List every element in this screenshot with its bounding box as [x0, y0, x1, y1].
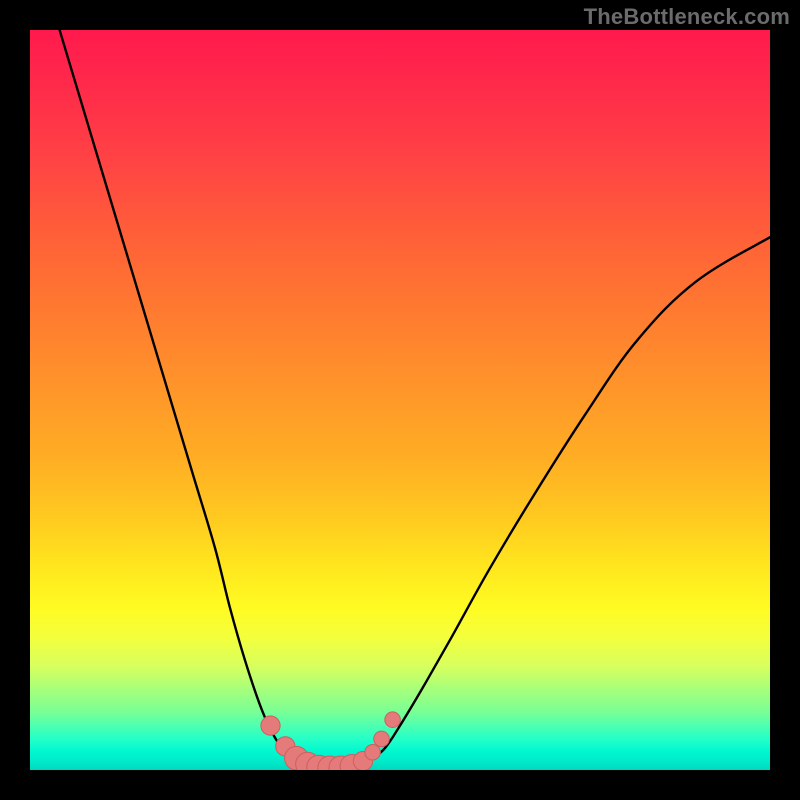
valley-marker: [261, 716, 280, 735]
valley-marker: [385, 712, 401, 728]
valley-marker: [374, 731, 390, 747]
curve-group: [60, 30, 770, 769]
watermark: TheBottleneck.com: [584, 4, 790, 30]
chart-frame: TheBottleneck.com: [0, 0, 800, 800]
plot-area: [30, 30, 770, 770]
valley-marker-group: [261, 712, 400, 770]
bottleneck-curve: [60, 30, 770, 769]
valley-marker: [365, 744, 381, 760]
bottleneck-curve-svg: [30, 30, 770, 770]
